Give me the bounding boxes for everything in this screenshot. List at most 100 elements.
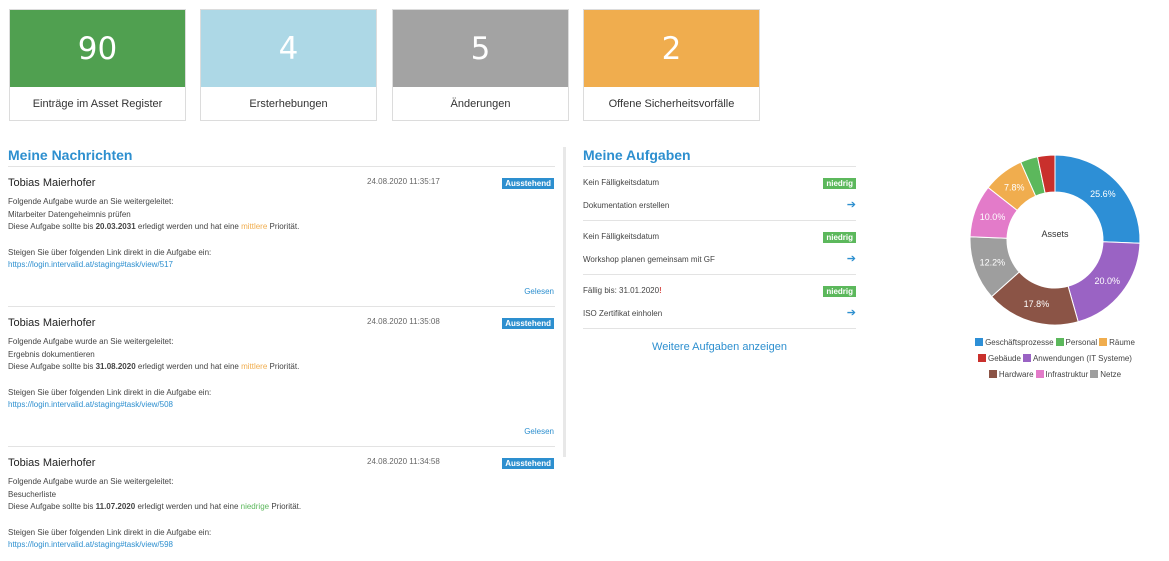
stat-card-sicherheitsvorfaelle[interactable]: 2 Offene Sicherheitsvorfälle <box>583 9 760 121</box>
message-intro: Folgende Aufgabe wurde an Sie weitergele… <box>8 337 174 346</box>
arrow-right-icon[interactable]: ➔ <box>847 198 856 211</box>
legend-item[interactable]: Infrastruktur <box>1035 367 1089 383</box>
priority-text: niedrige <box>240 502 270 511</box>
legend-label: Personal <box>1065 338 1098 347</box>
legend-swatch <box>1090 370 1099 378</box>
stat-value: 5 <box>393 10 568 87</box>
legend-swatch <box>1035 370 1044 378</box>
message-intro: Folgende Aufgabe wurde an Sie weitergele… <box>8 477 174 486</box>
message-link-intro: Steigen Sie über folgenden Link direkt i… <box>8 527 212 537</box>
overdue-icon: ! <box>659 286 662 295</box>
legend-label: Gebäude <box>988 354 1021 363</box>
message-sender: Tobias Maierhofer <box>8 457 96 469</box>
chart-center-label: Assets <box>1041 229 1069 239</box>
legend-item[interactable]: Netze <box>1090 367 1121 383</box>
priority-badge: niedrig <box>823 178 856 189</box>
stat-card-ersterhebungen[interactable]: 4 Ersterhebungen <box>200 9 377 121</box>
message-date: 24.08.2020 11:34:58 <box>367 457 440 466</box>
message-item[interactable]: Tobias Maierhofer 24.08.2020 11:35:17 Au… <box>8 167 555 307</box>
legend-label: Hardware <box>998 370 1034 379</box>
legend-label: Anwendungen (IT Systeme) <box>1032 354 1132 363</box>
status-badge: Ausstehend <box>502 178 554 189</box>
message-task: Mitarbeiter Datengeheimnis prüfen <box>8 209 131 219</box>
slice-label: 17.8% <box>1024 299 1050 309</box>
message-item[interactable]: Tobias Maierhofer 24.08.2020 11:34:58 Au… <box>8 447 555 561</box>
message-due-line: Diese Aufgabe sollte bis 20.03.2031 erle… <box>8 222 300 231</box>
arrow-right-icon[interactable]: ➔ <box>847 306 856 319</box>
legend-swatch <box>975 338 984 346</box>
tasks-title: Meine Aufgaben <box>583 147 691 163</box>
stat-value: 4 <box>201 10 376 87</box>
task-name: Dokumentation erstellen <box>583 201 670 210</box>
stat-value: 90 <box>10 10 185 87</box>
legend-label: Infrastruktur <box>1045 370 1089 379</box>
stat-label: Änderungen <box>450 98 511 110</box>
read-link[interactable]: Gelesen <box>524 287 554 296</box>
legend-label: Netze <box>1100 370 1122 379</box>
messages-list[interactable]: Tobias Maierhofer 24.08.2020 11:35:17 Au… <box>8 167 555 561</box>
slice-label: 10.0% <box>980 212 1006 222</box>
slice-label: 25.6% <box>1090 189 1116 199</box>
message-item[interactable]: Tobias Maierhofer 24.08.2020 11:35:08 Au… <box>8 307 555 447</box>
message-due-line: Diese Aufgabe sollte bis 31.08.2020 erle… <box>8 362 300 371</box>
legend-label: Geschäftsprozesse <box>985 338 1054 347</box>
due-date: 11.07.2020 <box>95 502 136 511</box>
messages-scrollbar[interactable] <box>563 147 566 457</box>
priority-badge: niedrig <box>823 232 856 243</box>
legend-swatch <box>1022 354 1031 362</box>
task-item[interactable]: Fällig bis: 31.01.2020! niedrig ISO Zert… <box>583 275 856 329</box>
message-task: Ergebnis dokumentieren <box>8 349 95 359</box>
message-intro: Folgende Aufgabe wurde an Sie weitergele… <box>8 197 174 206</box>
message-sender: Tobias Maierhofer <box>8 317 96 329</box>
stat-label: Offene Sicherheitsvorfälle <box>608 98 735 110</box>
message-sender: Tobias Maierhofer <box>8 177 96 189</box>
message-date: 24.08.2020 11:35:17 <box>367 177 440 186</box>
stat-label: Einträge im Asset Register <box>32 98 163 110</box>
legend-item[interactable]: Hardware <box>988 367 1034 383</box>
status-badge: Ausstehend <box>502 458 554 469</box>
legend-item[interactable]: Personal <box>1055 335 1098 351</box>
assets-donut-chart: 25.6% 20.0% 17.8% 12.2% 10.0% 7.8% Assets <box>969 154 1141 326</box>
chart-legend: Geschäftsprozesse Personal Räume Gebäude Anw… <box>955 335 1155 383</box>
priority-text: mittlere <box>241 362 268 371</box>
task-link[interactable]: https://login.intervalid.at/staging#task… <box>8 540 173 549</box>
due-date: 20.03.2031 <box>95 222 136 231</box>
message-body: Folgende Aufgabe wurde an Sie weitergele… <box>8 476 528 552</box>
message-link-intro: Steigen Sie über folgenden Link direkt i… <box>8 387 212 397</box>
tasks-list: Kein Fälligkeitsdatum niedrig Dokumentat… <box>583 167 856 329</box>
legend-item[interactable]: Räume <box>1099 335 1135 351</box>
legend-swatch <box>988 370 997 378</box>
legend-item[interactable]: Anwendungen (IT Systeme) <box>1022 351 1132 367</box>
read-link[interactable]: Gelesen <box>524 427 554 436</box>
arrow-right-icon[interactable]: ➔ <box>847 252 856 265</box>
message-body: Folgende Aufgabe wurde an Sie weitergele… <box>8 196 528 272</box>
task-item[interactable]: Kein Fälligkeitsdatum niedrig Workshop p… <box>583 221 856 275</box>
stat-value: 2 <box>584 10 759 87</box>
task-link[interactable]: https://login.intervalid.at/staging#task… <box>8 260 173 269</box>
legend-swatch <box>1099 338 1108 346</box>
task-due: Kein Fälligkeitsdatum <box>583 232 660 241</box>
stat-card-aenderungen[interactable]: 5 Änderungen <box>392 9 569 121</box>
messages-title: Meine Nachrichten <box>8 147 133 163</box>
message-body: Folgende Aufgabe wurde an Sie weitergele… <box>8 336 528 412</box>
stat-card-asset-register[interactable]: 90 Einträge im Asset Register <box>9 9 186 121</box>
legend-swatch <box>978 354 987 362</box>
task-link[interactable]: https://login.intervalid.at/staging#task… <box>8 400 173 409</box>
due-date: 31.08.2020 <box>95 362 136 371</box>
legend-swatch <box>1055 338 1064 346</box>
message-due-line: Diese Aufgabe sollte bis 11.07.2020 erle… <box>8 502 302 511</box>
slice-label: 12.2% <box>980 258 1006 268</box>
legend-item[interactable]: Gebäude <box>978 351 1021 367</box>
slice-label: 20.0% <box>1095 276 1121 286</box>
task-name: ISO Zertifikat einholen <box>583 309 663 318</box>
task-due: Kein Fälligkeitsdatum <box>583 178 660 187</box>
stat-label: Ersterhebungen <box>249 98 328 110</box>
more-tasks-link[interactable]: Weitere Aufgaben anzeigen <box>583 341 856 353</box>
task-item[interactable]: Kein Fälligkeitsdatum niedrig Dokumentat… <box>583 167 856 221</box>
task-name: Workshop planen gemeinsam mit GF <box>583 255 715 264</box>
priority-badge: niedrig <box>823 286 856 297</box>
status-badge: Ausstehend <box>502 318 554 329</box>
priority-text: mittlere <box>241 222 268 231</box>
legend-item[interactable]: Geschäftsprozesse <box>975 335 1054 351</box>
message-link-intro: Steigen Sie über folgenden Link direkt i… <box>8 247 212 257</box>
